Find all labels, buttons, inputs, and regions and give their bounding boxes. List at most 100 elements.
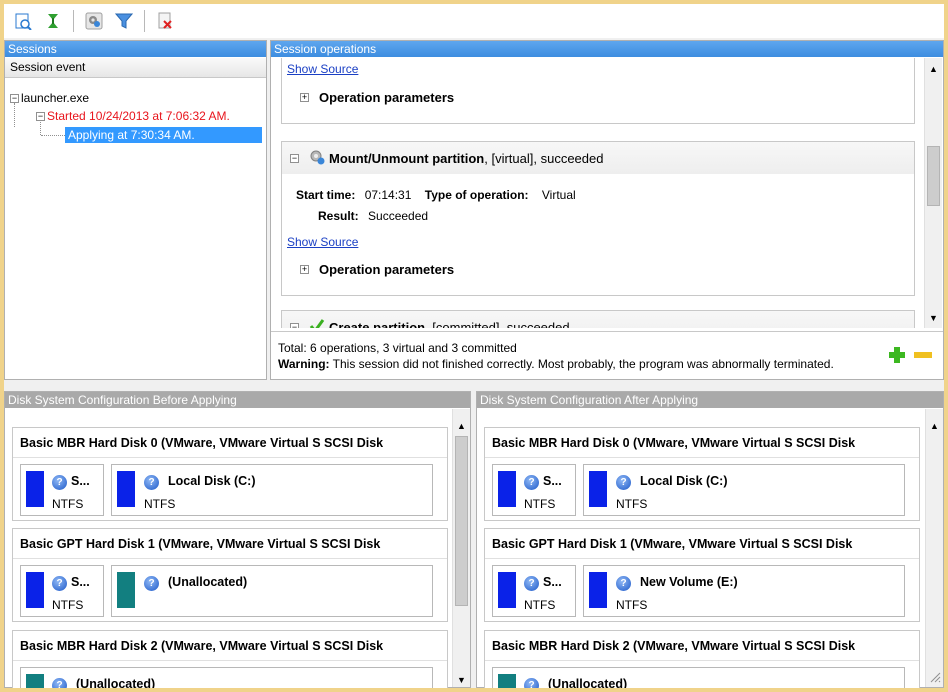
delete-icon[interactable] (154, 10, 176, 32)
partition-system[interactable]: ? S... NTFS (20, 464, 104, 516)
disk-after-header: Disk System Configuration After Applying (477, 392, 943, 408)
session-operations-header: Session operations (271, 41, 943, 57)
help-icon: ? (52, 576, 67, 591)
total-text: Total: 6 operations, 3 virtual and 3 com… (278, 341, 517, 355)
tree-node-label: launcher.exe (21, 91, 90, 105)
show-source-link[interactable]: Show Source (287, 235, 358, 249)
partition-e[interactable]: ? New Volume (E:) NTFS (583, 565, 905, 617)
disk-title: Basic MBR Hard Disk 0 (VMware, VMware Vi… (485, 428, 919, 458)
operations-status: Total: 6 operations, 3 virtual and 3 com… (271, 331, 943, 379)
collapse-icon[interactable]: − (290, 322, 299, 328)
partition-name: S... (543, 575, 562, 589)
result-label: Result: (318, 209, 359, 223)
scrollbar-thumb[interactable] (455, 436, 468, 606)
disk-card[interactable]: Basic GPT Hard Disk 1 (VMware, VMware Vi… (12, 528, 448, 622)
tree-node-applying[interactable]: Applying at 7:30:34 AM. (65, 127, 262, 143)
partition-name: (Unallocated) (168, 575, 248, 589)
report-icon[interactable] (12, 10, 34, 32)
partition-c[interactable]: ? Local Disk (C:) NTFS (583, 464, 905, 516)
help-icon: ? (524, 576, 539, 591)
scroll-down-icon[interactable]: ▼ (925, 309, 942, 326)
partition-name: S... (71, 575, 90, 589)
disk-card[interactable]: Basic MBR Hard Disk 0 (VMware, VMware Vi… (12, 427, 448, 521)
operation-details: Start time: 07:14:31 Type of operation: … (296, 185, 576, 227)
collapse-icon[interactable]: − (36, 112, 45, 122)
minus-icon[interactable] (913, 346, 933, 368)
partition-system[interactable]: ? S... NTFS (20, 565, 104, 617)
partition-system[interactable]: ? S... NTFS (492, 464, 576, 516)
filter-icon[interactable] (113, 10, 135, 32)
scroll-up-icon[interactable]: ▲ (926, 417, 943, 434)
plus-icon[interactable] (888, 346, 906, 368)
scroll-up-icon[interactable]: ▲ (453, 417, 470, 434)
collapse-icon[interactable]: − (290, 153, 299, 163)
operations-list: Show Source + Operation parameters − Mou… (271, 58, 922, 328)
partition-c[interactable]: ? Local Disk (C:) NTFS (111, 464, 433, 516)
disk-title: Basic MBR Hard Disk 2 (VMware, VMware Vi… (13, 631, 447, 661)
expand-icon[interactable]: + (300, 93, 309, 102)
operation-name: Mount/Unmount partition (329, 150, 485, 166)
tree-node-launcher[interactable]: − launcher.exe (10, 90, 89, 106)
operation-title[interactable]: − Mount/Unmount partition, [virtual], su… (282, 142, 914, 174)
operation-parameters-row[interactable]: + Operation parameters (300, 262, 454, 277)
tree-connector (41, 135, 65, 136)
show-source-link[interactable]: Show Source (287, 62, 358, 76)
partition-bar (589, 471, 607, 507)
expand-icon[interactable]: + (300, 265, 309, 274)
help-icon: ? (524, 678, 539, 688)
disk-after-scrollbar[interactable]: ▲ (925, 409, 943, 687)
partition-bar (26, 471, 44, 507)
help-icon: ? (52, 678, 67, 688)
sessions-panel: Sessions Session event − launcher.exe − St… (4, 40, 267, 380)
check-icon (309, 318, 325, 328)
scroll-up-icon[interactable]: ▲ (925, 60, 942, 77)
operations-scrollbar[interactable]: ▲ ▼ (924, 58, 942, 328)
collapse-icon[interactable]: − (10, 94, 19, 104)
disk-title: Basic MBR Hard Disk 0 (VMware, VMware Vi… (13, 428, 447, 458)
partition-fs: NTFS (616, 497, 648, 511)
tree-connector (14, 103, 15, 127)
operation-card: − Create partition, [committed], succeed… (281, 310, 915, 328)
result-value: Succeeded (368, 209, 429, 223)
partition-fs: NTFS (52, 497, 84, 511)
disk-after-list: Basic MBR Hard Disk 0 (VMware, VMware Vi… (477, 409, 923, 688)
resize-grip-icon[interactable] (929, 671, 941, 686)
partition-fs: NTFS (52, 598, 84, 612)
operation-card: − Mount/Unmount partition, [virtual], su… (281, 141, 915, 296)
help-icon: ? (52, 475, 67, 490)
disk-title: Basic MBR Hard Disk 2 (VMware, VMware Vi… (485, 631, 919, 661)
operation-parameters-row[interactable]: + Operation parameters (300, 90, 454, 105)
partition-bar (26, 572, 44, 608)
help-icon: ? (144, 576, 159, 591)
partition-system[interactable]: ? S... NTFS (492, 565, 576, 617)
session-event-column[interactable]: Session event (5, 58, 266, 78)
apply-icon[interactable] (42, 10, 64, 32)
disk-card[interactable]: Basic MBR Hard Disk 2 (VMware, VMware Vi… (12, 630, 448, 688)
operation-card: Show Source + Operation parameters (281, 58, 915, 124)
partition-bar (117, 471, 135, 507)
disk-before-list: Basic MBR Hard Disk 0 (VMware, VMware Vi… (5, 409, 451, 688)
partition-name: S... (71, 474, 90, 488)
partition-name: (Unallocated) (76, 677, 156, 688)
partition-fs: NTFS (524, 598, 556, 612)
scroll-down-icon[interactable]: ▼ (453, 671, 470, 688)
toolbar-separator (73, 10, 74, 32)
disk-card[interactable]: Basic MBR Hard Disk 0 (VMware, VMware Vi… (484, 427, 920, 521)
partition-unallocated[interactable]: ? (Unallocated) (20, 667, 433, 688)
partition-unallocated[interactable]: ? (Unallocated) (111, 565, 433, 617)
sessions-header: Sessions (5, 41, 266, 57)
partition-fs: NTFS (524, 497, 556, 511)
tree-node-started[interactable]: − Started 10/24/2013 at 7:06:32 AM. (36, 108, 230, 124)
disk-card[interactable]: Basic MBR Hard Disk 2 (VMware, VMware Vi… (484, 630, 920, 688)
session-operations-panel: Session operations Show Source + Operati… (270, 40, 944, 380)
disk-title: Basic GPT Hard Disk 1 (VMware, VMware Vi… (13, 529, 447, 559)
start-time-label: Start time: (296, 188, 356, 202)
disk-before-scrollbar[interactable]: ▲ ▼ (452, 409, 470, 687)
operation-title[interactable]: − Create partition, [committed], succeed… (282, 311, 914, 328)
warning-label: Warning: (278, 357, 330, 371)
partition-unallocated[interactable]: ? (Unallocated) (492, 667, 905, 688)
scrollbar-thumb[interactable] (927, 146, 940, 206)
disk-after-panel: Disk System Configuration After Applying… (476, 391, 944, 688)
disk-card[interactable]: Basic GPT Hard Disk 1 (VMware, VMware Vi… (484, 528, 920, 622)
settings-icon[interactable] (83, 10, 105, 32)
